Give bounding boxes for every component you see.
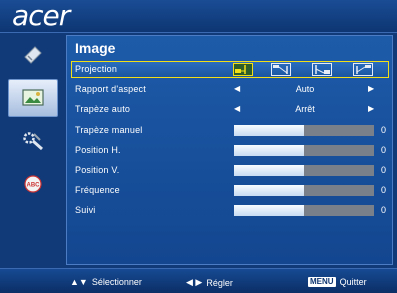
slider-value: 0: [381, 125, 387, 135]
left-right-arrows-icon: ◀ ▶: [186, 277, 203, 287]
select-label: Sélectionner: [91, 277, 142, 287]
row-label: Fréquence: [75, 185, 120, 195]
row-label: Position V.: [75, 165, 120, 175]
slider-track[interactable]: [234, 125, 374, 136]
slider-fill: [234, 125, 304, 136]
select-hint: ▲▼ Sélectionner: [70, 277, 142, 287]
projection-rear-ceiling-icon[interactable]: [353, 63, 373, 76]
slider-track[interactable]: [234, 145, 374, 156]
projection-rear-desktop-icon[interactable]: [312, 63, 332, 76]
menu-row-frequency[interactable]: Fréquence 0: [71, 182, 389, 199]
category-sidebar: ABC: [8, 36, 58, 268]
image-settings-panel: Image Projection Rapport d'aspect ◀ Auto…: [66, 35, 393, 265]
row-label: Suivi: [75, 205, 96, 215]
slider-value: 0: [381, 165, 387, 175]
menu-row-manual-keystone[interactable]: Trapèze manuel 0: [71, 122, 389, 139]
slider-value: 0: [381, 145, 387, 155]
up-down-arrows-icon: ▲▼: [70, 277, 88, 287]
slider-track[interactable]: [234, 165, 374, 176]
projection-front-desktop-icon[interactable]: [233, 63, 253, 76]
projection-front-ceiling-icon[interactable]: [271, 63, 291, 76]
row-label: Projection: [75, 64, 118, 74]
slider-fill: [234, 165, 304, 176]
row-value: Arrêt: [295, 104, 315, 114]
slider-track[interactable]: [234, 205, 374, 216]
row-label: Rapport d'aspect: [75, 84, 146, 94]
slider-fill: [234, 185, 304, 196]
sidebar-item-color[interactable]: [8, 36, 58, 74]
adjust-hint: ◀ ▶ Régler: [186, 277, 233, 288]
row-label: Trapèze auto: [75, 104, 131, 114]
sidebar-item-settings[interactable]: [8, 122, 58, 160]
acer-logo: acer: [12, 0, 70, 32]
left-arrow-icon[interactable]: ◀: [234, 104, 240, 113]
right-arrow-icon[interactable]: ▶: [368, 104, 374, 113]
image-icon: [22, 89, 44, 106]
projector-osd: acer ABC Image Projection Rapport d'aspe…: [0, 0, 397, 293]
slider-value: 0: [381, 205, 387, 215]
row-label: Trapèze manuel: [75, 125, 143, 135]
row-label: Position H.: [75, 145, 121, 155]
menu-row-h-position[interactable]: Position H. 0: [71, 142, 389, 159]
quit-label: Quitter: [339, 277, 367, 287]
settings-icon: [23, 132, 43, 151]
sidebar-item-image[interactable]: [8, 79, 58, 117]
slider-value: 0: [381, 185, 387, 195]
quit-hint: MENU Quitter: [308, 277, 367, 287]
left-arrow-icon[interactable]: ◀: [234, 84, 240, 93]
svg-text:ABC: ABC: [27, 183, 41, 189]
panel-title: Image: [75, 40, 116, 56]
right-arrow-icon[interactable]: ▶: [368, 84, 374, 93]
slider-fill: [234, 205, 304, 216]
header-bar: acer: [0, 0, 397, 33]
slider-fill: [234, 145, 304, 156]
row-value: Auto: [295, 84, 315, 94]
menu-row-v-position[interactable]: Position V. 0: [71, 162, 389, 179]
language-icon: ABC: [24, 175, 42, 193]
menu-row-auto-keystone[interactable]: Trapèze auto ◀ Arrêt ▶: [71, 101, 389, 118]
adjust-label: Régler: [206, 277, 233, 288]
menu-key-icon: MENU: [308, 277, 336, 287]
slider-track[interactable]: [234, 185, 374, 196]
color-tool-icon: [24, 46, 42, 64]
menu-row-tracking[interactable]: Suivi 0: [71, 202, 389, 219]
menu-row-projection[interactable]: Projection: [71, 61, 389, 78]
footer-hints: ▲▼ Sélectionner ◀ ▶ Régler MENU Quitter: [0, 268, 397, 293]
sidebar-item-language[interactable]: ABC: [8, 165, 58, 203]
menu-row-aspect-ratio[interactable]: Rapport d'aspect ◀ Auto ▶: [71, 81, 389, 98]
